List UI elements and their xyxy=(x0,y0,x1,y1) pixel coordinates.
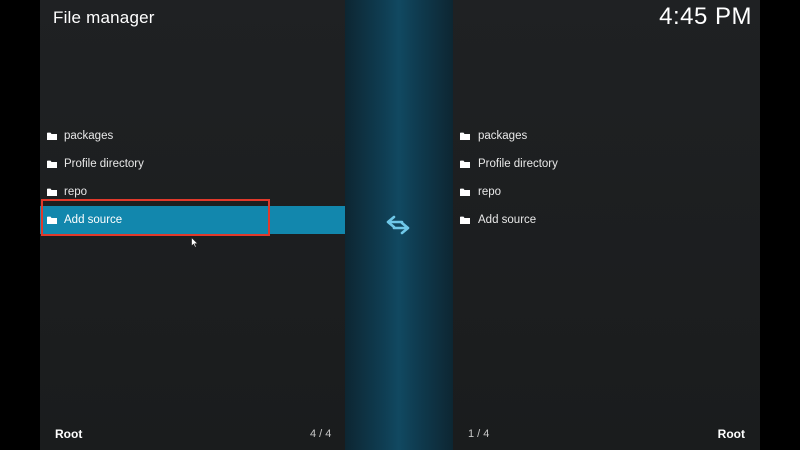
list-item-label: Profile directory xyxy=(64,158,144,170)
list-item-label: packages xyxy=(478,130,528,142)
screen: File manager 4:45 PM packages Profile di… xyxy=(0,0,800,450)
left-path-label: Root xyxy=(55,427,83,441)
folder-icon xyxy=(460,132,470,140)
page-title: File manager xyxy=(53,8,155,27)
folder-icon xyxy=(460,160,470,168)
folder-icon xyxy=(460,188,470,196)
right-file-list: packages Profile directory repo Add sour… xyxy=(453,122,760,234)
list-item-profile-directory[interactable]: Profile directory xyxy=(40,150,345,178)
list-item-label: Add source xyxy=(64,214,123,226)
swap-arrows-icon[interactable] xyxy=(385,212,411,238)
right-item-count: 1 / 4 xyxy=(468,428,490,440)
list-item-profile-directory[interactable]: Profile directory xyxy=(453,150,760,178)
list-item-label: packages xyxy=(64,130,114,142)
list-item-repo[interactable]: repo xyxy=(40,178,345,206)
letterbox-left xyxy=(0,0,40,450)
folder-icon xyxy=(460,216,470,224)
folder-icon xyxy=(47,160,57,168)
list-item-add-source[interactable]: Add source xyxy=(40,206,345,234)
folder-icon xyxy=(47,216,57,224)
list-item-label: Add source xyxy=(478,214,537,226)
folder-icon xyxy=(47,132,57,140)
file-manager-window: File manager 4:45 PM packages Profile di… xyxy=(40,0,760,450)
mouse-cursor-icon xyxy=(191,237,199,248)
list-item-repo[interactable]: repo xyxy=(453,178,760,206)
list-item-packages[interactable]: packages xyxy=(40,122,345,150)
list-item-label: repo xyxy=(478,186,502,198)
folder-icon xyxy=(47,188,57,196)
list-item-label: repo xyxy=(64,186,88,198)
list-item-packages[interactable]: packages xyxy=(453,122,760,150)
clock: 4:45 PM xyxy=(659,3,752,30)
left-item-count: 4 / 4 xyxy=(310,428,332,440)
list-item-label: Profile directory xyxy=(478,158,558,170)
left-file-list: packages Profile directory repo Add sour… xyxy=(40,122,345,234)
right-path-label: Root xyxy=(717,427,745,441)
letterbox-right xyxy=(760,0,800,450)
list-item-add-source[interactable]: Add source xyxy=(453,206,760,234)
